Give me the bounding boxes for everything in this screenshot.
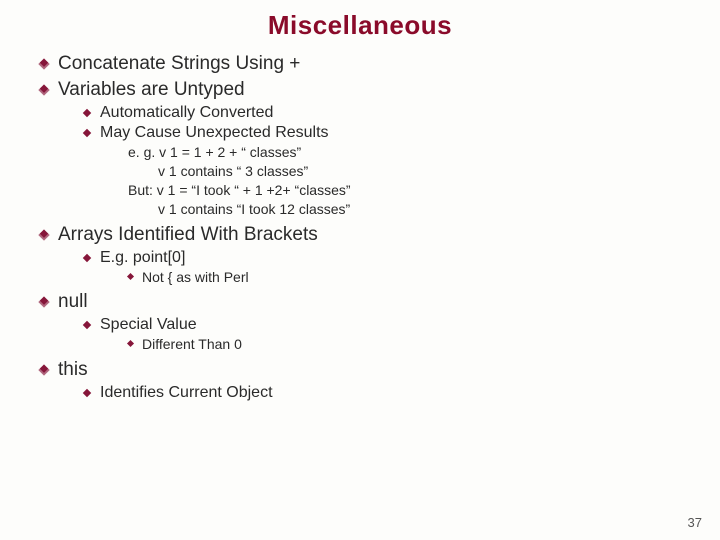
- bullet-special-value: Special Value Different Than 0: [84, 315, 720, 355]
- slide-title: Miscellaneous: [0, 0, 720, 41]
- slide-number: 37: [688, 515, 702, 530]
- bullet-this: this Identifies Current Object: [40, 357, 720, 405]
- bullet-concat: Concatenate Strings Using +: [40, 51, 720, 77]
- bullet-arrays-label: Arrays Identified With Brackets: [58, 224, 318, 245]
- slide-body: Concatenate Strings Using + Variables ar…: [0, 41, 720, 405]
- bullet-untyped-label: Variables are Untyped: [58, 79, 245, 100]
- bullet-unexpected-label: May Cause Unexpected Results: [100, 124, 329, 141]
- bullet-not-perl: Not { as with Perl: [128, 268, 720, 287]
- bullet-point0: E.g. point[0] Not { as with Perl: [84, 248, 720, 288]
- bullet-diff-zero: Different Than 0: [128, 335, 720, 354]
- example-line-2: v 1 contains “ 3 classes”: [128, 162, 720, 181]
- bullet-current-object: Identifies Current Object: [84, 383, 720, 403]
- bullet-null: null Special Value Different Than 0: [40, 289, 720, 357]
- bullet-null-label: null: [58, 291, 88, 312]
- bullet-this-label: this: [58, 359, 88, 380]
- bullet-auto-converted: Automatically Converted: [84, 103, 720, 123]
- bullet-special-value-label: Special Value: [100, 316, 197, 333]
- bullet-point0-label: E.g. point[0]: [100, 249, 185, 266]
- example-line-3: But: v 1 = “I took “ + 1 +2+ “classes”: [128, 181, 720, 200]
- example-line-4: v 1 contains “I took 12 classes”: [128, 200, 720, 219]
- bullet-arrays: Arrays Identified With Brackets E.g. poi…: [40, 222, 720, 290]
- example-line-1: e. g. v 1 = 1 + 2 + “ classes”: [128, 143, 720, 162]
- bullet-unexpected: May Cause Unexpected Results e. g. v 1 =…: [84, 123, 720, 220]
- bullet-untyped: Variables are Untyped Automatically Conv…: [40, 77, 720, 222]
